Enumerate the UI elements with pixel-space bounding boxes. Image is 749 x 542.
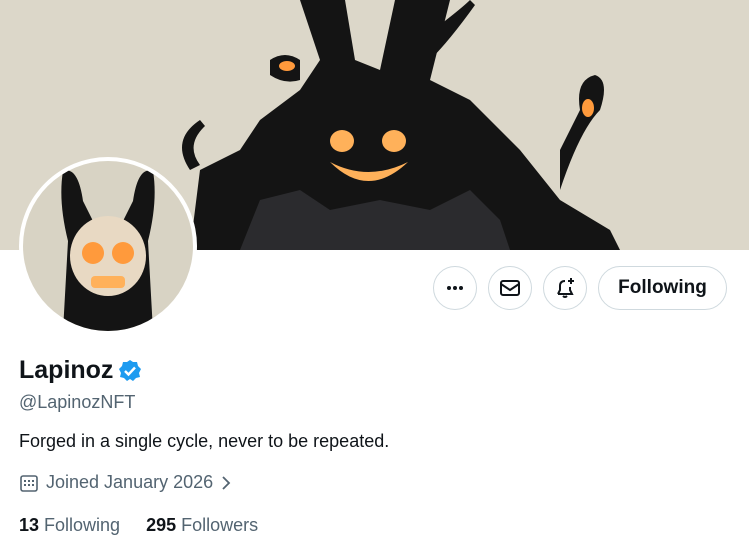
display-name-row: Lapinoz [19, 356, 142, 385]
mail-icon [500, 280, 520, 296]
following-button[interactable]: Following [598, 266, 727, 310]
following-count: 13 [19, 515, 40, 535]
chevron-right-icon [222, 475, 231, 490]
handle: @LapinozNFT [19, 392, 136, 412]
followers-count: 295 [146, 515, 177, 535]
bio: Forged in a single cycle, never to be re… [19, 431, 390, 451]
profile-stats: 13 Following 295 Followers [19, 515, 258, 536]
joined-label: Joined January 2026 [46, 472, 214, 492]
followers-label: Followers [181, 515, 259, 535]
avatar[interactable] [19, 157, 197, 335]
following-label: Following [44, 515, 121, 535]
notifications-button[interactable] [543, 266, 587, 310]
following-link[interactable]: 13 Following [19, 515, 120, 536]
more-icon [447, 286, 463, 290]
followers-link[interactable]: 295 Followers [146, 515, 258, 536]
joined-date[interactable]: Joined January 2026 [19, 472, 233, 493]
verified-badge-icon[interactable] [118, 359, 142, 383]
display-name: Lapinoz [19, 356, 114, 384]
bell-plus-icon [557, 278, 574, 298]
calendar-icon [20, 474, 38, 492]
more-button[interactable] [433, 266, 477, 310]
message-button[interactable] [488, 266, 532, 310]
avatar-image [23, 161, 193, 331]
